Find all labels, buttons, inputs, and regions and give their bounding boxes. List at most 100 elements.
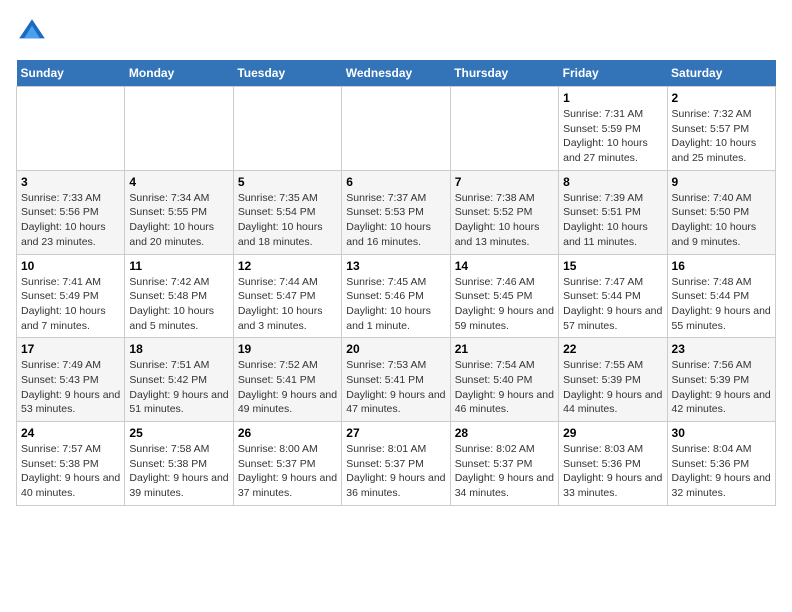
day-number: 20 bbox=[346, 342, 445, 356]
day-info: Sunrise: 7:42 AM Sunset: 5:48 PM Dayligh… bbox=[129, 275, 228, 334]
calendar-table: SundayMondayTuesdayWednesdayThursdayFrid… bbox=[16, 60, 776, 506]
day-info: Sunrise: 7:45 AM Sunset: 5:46 PM Dayligh… bbox=[346, 275, 445, 334]
day-number: 22 bbox=[563, 342, 662, 356]
day-number: 9 bbox=[672, 175, 771, 189]
day-info: Sunrise: 7:51 AM Sunset: 5:42 PM Dayligh… bbox=[129, 358, 228, 417]
day-info: Sunrise: 7:55 AM Sunset: 5:39 PM Dayligh… bbox=[563, 358, 662, 417]
day-number: 21 bbox=[455, 342, 554, 356]
day-number: 10 bbox=[21, 259, 120, 273]
day-number: 17 bbox=[21, 342, 120, 356]
day-of-week-header: Wednesday bbox=[342, 60, 450, 87]
day-info: Sunrise: 7:57 AM Sunset: 5:38 PM Dayligh… bbox=[21, 442, 120, 501]
day-of-week-header: Sunday bbox=[17, 60, 125, 87]
calendar-cell: 21 Sunrise: 7:54 AM Sunset: 5:40 PM Dayli… bbox=[450, 338, 558, 422]
day-number: 23 bbox=[672, 342, 771, 356]
day-info: Sunrise: 7:34 AM Sunset: 5:55 PM Dayligh… bbox=[129, 191, 228, 250]
day-info: Sunrise: 8:00 AM Sunset: 5:37 PM Dayligh… bbox=[238, 442, 337, 501]
calendar-week-row: 10 Sunrise: 7:41 AM Sunset: 5:49 PM Dayli… bbox=[17, 254, 776, 338]
day-info: Sunrise: 7:35 AM Sunset: 5:54 PM Dayligh… bbox=[238, 191, 337, 250]
day-number: 6 bbox=[346, 175, 445, 189]
day-number: 8 bbox=[563, 175, 662, 189]
day-number: 19 bbox=[238, 342, 337, 356]
calendar-cell: 6 Sunrise: 7:37 AM Sunset: 5:53 PM Daylig… bbox=[342, 170, 450, 254]
day-number: 1 bbox=[563, 91, 662, 105]
calendar-cell: 11 Sunrise: 7:42 AM Sunset: 5:48 PM Dayli… bbox=[125, 254, 233, 338]
day-of-week-header: Thursday bbox=[450, 60, 558, 87]
calendar-body: 1Sunrise: 7:31 AM Sunset: 5:59 PM Daylig… bbox=[17, 87, 776, 506]
calendar-cell: 4Sunrise: 7:34 AM Sunset: 5:55 PM Daylig… bbox=[125, 170, 233, 254]
day-number: 11 bbox=[129, 259, 228, 273]
day-number: 15 bbox=[563, 259, 662, 273]
calendar-cell: 29 Sunrise: 8:03 AM Sunset: 5:36 PM Dayli… bbox=[559, 422, 667, 506]
day-number: 18 bbox=[129, 342, 228, 356]
calendar-cell: 23 Sunrise: 7:56 AM Sunset: 5:39 PM Dayli… bbox=[667, 338, 775, 422]
logo bbox=[16, 16, 52, 48]
day-info: Sunrise: 7:56 AM Sunset: 5:39 PM Dayligh… bbox=[672, 358, 771, 417]
calendar-cell bbox=[125, 87, 233, 171]
calendar-cell: 7 Sunrise: 7:38 AM Sunset: 5:52 PM Daylig… bbox=[450, 170, 558, 254]
day-number: 28 bbox=[455, 426, 554, 440]
calendar-cell: 2 Sunrise: 7:32 AM Sunset: 5:57 PM Daylig… bbox=[667, 87, 775, 171]
calendar-cell: 12 Sunrise: 7:44 AM Sunset: 5:47 PM Dayli… bbox=[233, 254, 341, 338]
calendar-cell: 20Sunrise: 7:53 AM Sunset: 5:41 PM Dayli… bbox=[342, 338, 450, 422]
day-number: 24 bbox=[21, 426, 120, 440]
day-number: 12 bbox=[238, 259, 337, 273]
logo-icon bbox=[16, 16, 48, 48]
calendar-cell bbox=[233, 87, 341, 171]
calendar-cell: 1Sunrise: 7:31 AM Sunset: 5:59 PM Daylig… bbox=[559, 87, 667, 171]
day-number: 30 bbox=[672, 426, 771, 440]
day-info: Sunrise: 7:49 AM Sunset: 5:43 PM Dayligh… bbox=[21, 358, 120, 417]
day-info: Sunrise: 7:40 AM Sunset: 5:50 PM Dayligh… bbox=[672, 191, 771, 250]
day-number: 2 bbox=[672, 91, 771, 105]
day-info: Sunrise: 7:54 AM Sunset: 5:40 PM Dayligh… bbox=[455, 358, 554, 417]
day-of-week-header: Tuesday bbox=[233, 60, 341, 87]
day-info: Sunrise: 7:48 AM Sunset: 5:44 PM Dayligh… bbox=[672, 275, 771, 334]
day-info: Sunrise: 7:33 AM Sunset: 5:56 PM Dayligh… bbox=[21, 191, 120, 250]
day-info: Sunrise: 7:44 AM Sunset: 5:47 PM Dayligh… bbox=[238, 275, 337, 334]
day-info: Sunrise: 7:32 AM Sunset: 5:57 PM Dayligh… bbox=[672, 107, 771, 166]
day-of-week-header: Saturday bbox=[667, 60, 775, 87]
calendar-cell: 14Sunrise: 7:46 AM Sunset: 5:45 PM Dayli… bbox=[450, 254, 558, 338]
calendar-cell: 9 Sunrise: 7:40 AM Sunset: 5:50 PM Daylig… bbox=[667, 170, 775, 254]
calendar-cell: 8Sunrise: 7:39 AM Sunset: 5:51 PM Daylig… bbox=[559, 170, 667, 254]
day-info: Sunrise: 7:41 AM Sunset: 5:49 PM Dayligh… bbox=[21, 275, 120, 334]
day-number: 29 bbox=[563, 426, 662, 440]
calendar-cell: 3Sunrise: 7:33 AM Sunset: 5:56 PM Daylig… bbox=[17, 170, 125, 254]
calendar-cell: 13 Sunrise: 7:45 AM Sunset: 5:46 PM Dayli… bbox=[342, 254, 450, 338]
page-header bbox=[16, 16, 776, 48]
day-number: 7 bbox=[455, 175, 554, 189]
day-info: Sunrise: 7:38 AM Sunset: 5:52 PM Dayligh… bbox=[455, 191, 554, 250]
calendar-cell bbox=[342, 87, 450, 171]
calendar-cell: 30Sunrise: 8:04 AM Sunset: 5:36 PM Dayli… bbox=[667, 422, 775, 506]
day-info: Sunrise: 8:02 AM Sunset: 5:37 PM Dayligh… bbox=[455, 442, 554, 501]
day-info: Sunrise: 7:47 AM Sunset: 5:44 PM Dayligh… bbox=[563, 275, 662, 334]
calendar-week-row: 17 Sunrise: 7:49 AM Sunset: 5:43 PM Dayli… bbox=[17, 338, 776, 422]
calendar-cell: 18 Sunrise: 7:51 AM Sunset: 5:42 PM Dayli… bbox=[125, 338, 233, 422]
day-number: 14 bbox=[455, 259, 554, 273]
day-info: Sunrise: 7:37 AM Sunset: 5:53 PM Dayligh… bbox=[346, 191, 445, 250]
day-info: Sunrise: 7:58 AM Sunset: 5:38 PM Dayligh… bbox=[129, 442, 228, 501]
calendar-header-row: SundayMondayTuesdayWednesdayThursdayFrid… bbox=[17, 60, 776, 87]
day-number: 13 bbox=[346, 259, 445, 273]
calendar-cell: 24 Sunrise: 7:57 AM Sunset: 5:38 PM Dayli… bbox=[17, 422, 125, 506]
calendar-cell: 28 Sunrise: 8:02 AM Sunset: 5:37 PM Dayli… bbox=[450, 422, 558, 506]
calendar-cell bbox=[450, 87, 558, 171]
day-number: 5 bbox=[238, 175, 337, 189]
day-number: 27 bbox=[346, 426, 445, 440]
calendar-cell: 17 Sunrise: 7:49 AM Sunset: 5:43 PM Dayli… bbox=[17, 338, 125, 422]
calendar-week-row: 3Sunrise: 7:33 AM Sunset: 5:56 PM Daylig… bbox=[17, 170, 776, 254]
day-number: 25 bbox=[129, 426, 228, 440]
calendar-cell: 15 Sunrise: 7:47 AM Sunset: 5:44 PM Dayli… bbox=[559, 254, 667, 338]
calendar-cell: 22 Sunrise: 7:55 AM Sunset: 5:39 PM Dayli… bbox=[559, 338, 667, 422]
day-number: 26 bbox=[238, 426, 337, 440]
day-info: Sunrise: 8:03 AM Sunset: 5:36 PM Dayligh… bbox=[563, 442, 662, 501]
calendar-cell bbox=[17, 87, 125, 171]
calendar-cell: 27Sunrise: 8:01 AM Sunset: 5:37 PM Dayli… bbox=[342, 422, 450, 506]
day-info: Sunrise: 7:52 AM Sunset: 5:41 PM Dayligh… bbox=[238, 358, 337, 417]
day-of-week-header: Monday bbox=[125, 60, 233, 87]
calendar-cell: 5 Sunrise: 7:35 AM Sunset: 5:54 PM Daylig… bbox=[233, 170, 341, 254]
calendar-cell: 16 Sunrise: 7:48 AM Sunset: 5:44 PM Dayli… bbox=[667, 254, 775, 338]
day-number: 16 bbox=[672, 259, 771, 273]
calendar-cell: 26 Sunrise: 8:00 AM Sunset: 5:37 PM Dayli… bbox=[233, 422, 341, 506]
calendar-week-row: 1Sunrise: 7:31 AM Sunset: 5:59 PM Daylig… bbox=[17, 87, 776, 171]
